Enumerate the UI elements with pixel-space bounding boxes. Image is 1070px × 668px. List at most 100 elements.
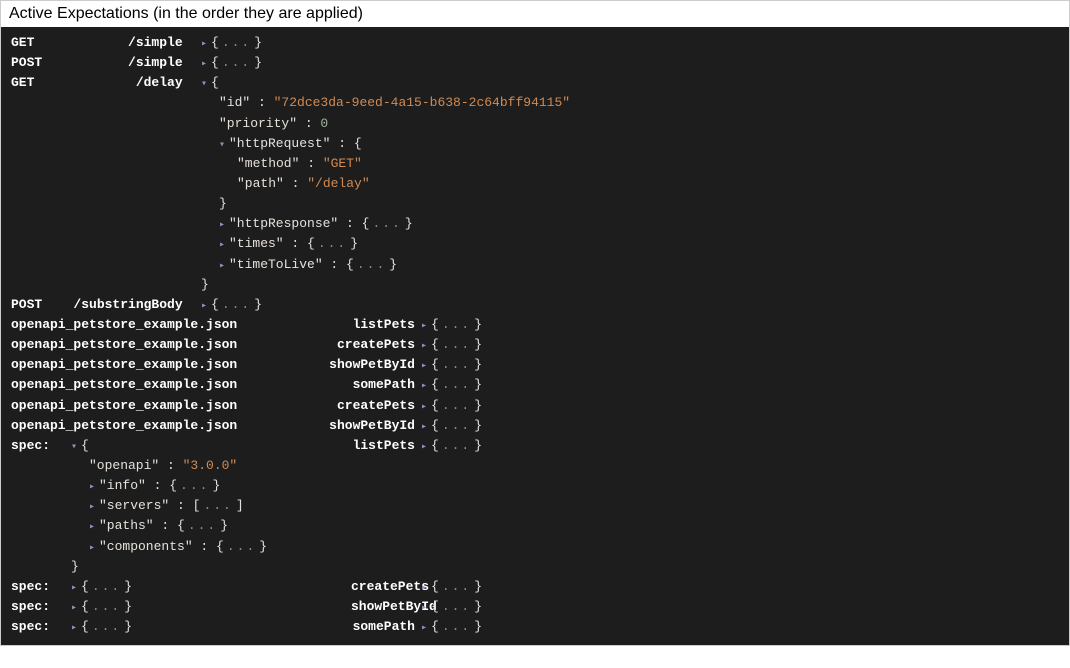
http-method: GET <box>11 75 58 90</box>
ellipsis-icon: ... <box>439 599 474 614</box>
expand-toggle-icon[interactable]: ▸ <box>89 480 99 496</box>
collapsed-object[interactable]: {...} <box>431 357 482 372</box>
json-line: "path" : "/delay" <box>237 174 1059 194</box>
json-line: ▸"timeToLive" : {...} <box>219 255 1059 275</box>
expand-toggle-icon[interactable]: ▸ <box>421 359 431 375</box>
json-line: ▸"info" : {...} <box>89 476 351 496</box>
open-brace: { <box>431 438 439 453</box>
json-cell: ▸{...} <box>421 396 1059 416</box>
colon: : <box>284 236 307 251</box>
open-brace: { <box>169 478 177 493</box>
json-cell: ▸{...} <box>421 416 1059 436</box>
open-brace: { <box>81 599 89 614</box>
expand-toggle-icon[interactable]: ▸ <box>71 581 81 597</box>
spec-label: spec: <box>11 577 71 597</box>
expand-toggle-icon[interactable]: ▸ <box>71 621 81 637</box>
expand-toggle-icon[interactable]: ▸ <box>219 259 229 275</box>
expand-toggle-icon[interactable]: ▸ <box>421 400 431 416</box>
json-cell: ▸{...} <box>421 597 1059 617</box>
http-path: /simple <box>58 35 183 50</box>
json-cell: ▸{...} <box>201 295 1059 315</box>
expand-toggle-icon[interactable]: ▸ <box>201 57 211 73</box>
openapi-filename: openapi_petstore_example.json <box>11 375 301 395</box>
expand-toggle-icon[interactable]: ▸ <box>89 500 99 516</box>
collapsed-object[interactable]: {...} <box>81 579 132 594</box>
ellipsis-icon: ... <box>315 236 350 251</box>
openapi-filename: openapi_petstore_example.json <box>11 315 301 335</box>
collapsed-object[interactable]: {...} <box>431 438 482 453</box>
collapse-toggle-icon[interactable]: ▾ <box>219 138 229 154</box>
expand-toggle-icon[interactable]: ▸ <box>421 319 431 335</box>
colon: : <box>250 95 273 110</box>
collapsed-object[interactable]: {...} <box>362 216 413 231</box>
collapsed-object[interactable]: {...} <box>81 599 132 614</box>
collapsed-object[interactable]: {...} <box>307 236 358 251</box>
json-line: ▸"httpResponse" : {...} <box>219 214 1059 234</box>
colon: : <box>146 478 169 493</box>
collapsed-object[interactable]: {...} <box>431 599 482 614</box>
expand-toggle-icon[interactable]: ▸ <box>219 238 229 254</box>
operation-id: showPetById <box>301 416 421 436</box>
collapsed-object[interactable]: {...} <box>177 518 228 533</box>
ellipsis-icon: ... <box>439 398 474 413</box>
expand-toggle-icon[interactable]: ▸ <box>89 520 99 536</box>
expectation-row: openapi_petstore_example.jsonshowPetById… <box>11 416 1059 436</box>
close-brace: } <box>124 599 132 614</box>
expand-toggle-icon[interactable]: ▸ <box>421 379 431 395</box>
json-key: "httpResponse" <box>229 216 338 231</box>
open-brace: { <box>177 518 185 533</box>
open-brace: { <box>431 398 439 413</box>
ellipsis-icon: ... <box>439 337 474 352</box>
colon: : <box>323 257 346 272</box>
spec-json-cell: ▸{...} <box>71 617 351 637</box>
ellipsis-icon: ... <box>89 599 124 614</box>
openapi-filename: openapi_petstore_example.json <box>11 396 301 416</box>
collapsed-object[interactable]: {...} <box>216 539 267 554</box>
expand-toggle-icon[interactable]: ▸ <box>219 218 229 234</box>
json-string: "3.0.0" <box>183 458 238 473</box>
collapse-toggle-icon[interactable]: ▾ <box>201 77 211 93</box>
expand-toggle-icon[interactable]: ▸ <box>421 621 431 637</box>
collapsed-object[interactable]: {...} <box>431 619 482 634</box>
spec-label: spec: <box>11 597 71 617</box>
colon: : <box>299 156 322 171</box>
json-cell: ▸{...} <box>421 315 1059 335</box>
expand-toggle-icon[interactable]: ▸ <box>201 37 211 53</box>
collapsed-object[interactable]: {...} <box>431 337 482 352</box>
json-line: ▸"components" : {...} <box>89 537 351 557</box>
collapsed-object[interactable]: {...} <box>211 55 262 70</box>
collapse-toggle-icon[interactable]: ▾ <box>71 440 81 456</box>
json-line: "priority" : 0 <box>219 114 1059 134</box>
close-brace: } <box>124 579 132 594</box>
http-path: /delay <box>58 75 183 90</box>
collapsed-object[interactable]: {...} <box>81 619 132 634</box>
json-key: "paths" <box>99 518 154 533</box>
close-brace: } <box>474 398 482 413</box>
expand-toggle-icon[interactable]: ▸ <box>89 541 99 557</box>
open-brace: { <box>431 579 439 594</box>
close-brace: } <box>474 599 482 614</box>
expand-toggle-icon[interactable]: ▸ <box>421 601 431 617</box>
expand-toggle-icon[interactable]: ▸ <box>421 339 431 355</box>
collapsed-object[interactable]: {...} <box>346 257 397 272</box>
collapsed-array[interactable]: [...] <box>193 498 244 513</box>
expand-toggle-icon[interactable]: ▸ <box>201 299 211 315</box>
collapsed-object[interactable]: {...} <box>169 478 220 493</box>
collapsed-object[interactable]: {...} <box>431 418 482 433</box>
expand-toggle-icon[interactable]: ▸ <box>421 581 431 597</box>
collapsed-object[interactable]: {...} <box>431 317 482 332</box>
json-cell: ▾{"id" : "72dce3da-9eed-4a15-b638-2c64bf… <box>201 73 1059 295</box>
colon: : <box>330 136 353 151</box>
collapsed-object[interactable]: {...} <box>211 297 262 312</box>
collapsed-object[interactable]: {...} <box>431 398 482 413</box>
collapsed-object[interactable]: {...} <box>431 579 482 594</box>
json-cell: ▸{...} <box>201 33 1059 53</box>
expand-toggle-icon[interactable]: ▸ <box>421 420 431 436</box>
ellipsis-icon: ... <box>439 357 474 372</box>
json-key: "openapi" <box>89 458 159 473</box>
open-brace: { <box>346 257 354 272</box>
collapsed-object[interactable]: {...} <box>211 35 262 50</box>
collapsed-object[interactable]: {...} <box>431 377 482 392</box>
expand-toggle-icon[interactable]: ▸ <box>71 601 81 617</box>
expand-toggle-icon[interactable]: ▸ <box>421 440 431 456</box>
